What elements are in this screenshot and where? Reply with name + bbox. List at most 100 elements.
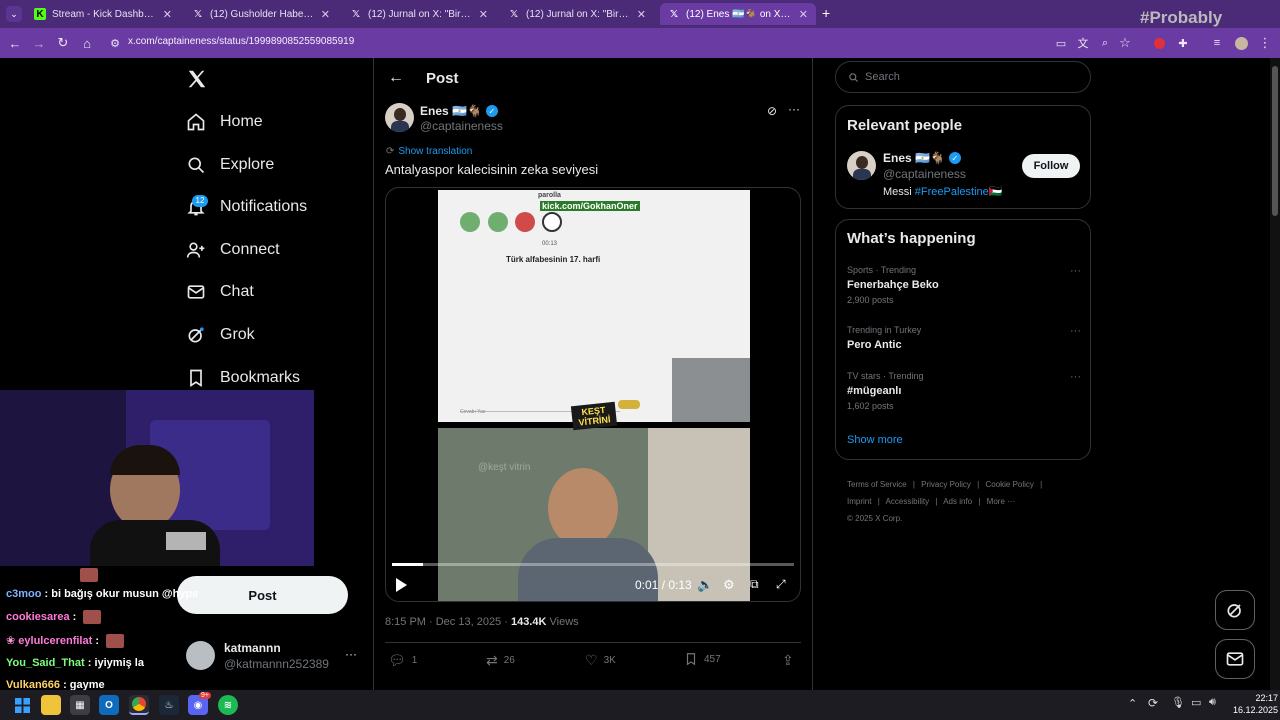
steam-icon[interactable]: ♨ (159, 695, 179, 715)
footer-link[interactable]: More ··· (987, 497, 1015, 506)
x-logo[interactable] (186, 68, 208, 90)
close-tab-icon[interactable]: ✕ (479, 8, 488, 21)
author-handle[interactable]: @captaineness (420, 119, 503, 133)
windows-start-icon[interactable] (12, 695, 32, 715)
tray-mic-icon[interactable]: 🎙︎ (1171, 696, 1185, 709)
nav-explore[interactable]: Explore (186, 150, 274, 180)
nav-chat[interactable]: Chat (186, 277, 254, 307)
bookmark-button[interactable]: 457 (684, 652, 721, 666)
star-icon[interactable]: ☆ (1116, 34, 1134, 52)
nav-bookmarks[interactable]: Bookmarks (186, 363, 300, 393)
address-bar[interactable]: x.com/captaineness/status/19998908525590… (128, 36, 354, 47)
notifications-badge: 12 (192, 195, 208, 207)
trend-item[interactable]: Sports · Trending Fenerbahçe Beko 2,900 … (847, 265, 1081, 311)
tray-chevron-icon[interactable]: ⌃ (1128, 697, 1137, 710)
tab-gusholder[interactable]: 𝕏 (12) Gusholder Haber Bülteni on X ✕ (184, 3, 338, 25)
avatar[interactable] (847, 151, 876, 180)
person-name[interactable]: Enes 🇦🇷🐐 ✓ (883, 151, 961, 165)
repost-button[interactable]: ⇄ 26 (486, 652, 515, 669)
cast-icon[interactable]: ▭ (1052, 34, 1070, 52)
author-name[interactable]: Enes 🇦🇷🐐 ✓ (420, 104, 498, 118)
video-progress-fill (392, 563, 423, 566)
menu-icon[interactable]: ⋮ (1256, 34, 1274, 52)
home-browser-icon[interactable]: ⌂ (78, 34, 96, 52)
scrollbar-thumb[interactable] (1272, 66, 1278, 216)
chrome-icon[interactable] (129, 695, 149, 715)
translate-icon[interactable]: 文 (1074, 34, 1092, 52)
chat-username: You_Said_That (6, 657, 85, 669)
post-button[interactable]: Post (177, 576, 348, 614)
tab-kick-dashboard[interactable]: K Stream - Kick Dashboard ✕ (26, 3, 180, 25)
footer-link[interactable]: Cookie Policy (985, 480, 1033, 489)
zoom-icon[interactable]: ⌕ (1096, 34, 1114, 52)
search-input[interactable]: Search (835, 61, 1091, 93)
store-icon[interactable]: ▦ (70, 695, 90, 715)
show-translation-link[interactable]: ⟳ Show translation (386, 146, 472, 157)
play-icon[interactable] (396, 578, 407, 592)
fullscreen-icon[interactable]: ⤢ (776, 577, 786, 592)
tab-jurnal-1[interactable]: 𝕏 (12) Jurnal on X: "Bir erkeğin, kı ✕ (342, 3, 496, 25)
footer-link[interactable]: Privacy Policy (921, 480, 971, 489)
post-more-icon[interactable]: ··· (788, 102, 800, 116)
x-icon: 𝕏 (669, 8, 679, 20)
show-more-link[interactable]: Show more (847, 434, 903, 446)
reply-button[interactable]: 💬︎ 1 (388, 652, 417, 669)
forward-icon[interactable]: → (30, 34, 48, 52)
trend-more-icon[interactable]: ··· (1070, 265, 1081, 277)
nav-connect[interactable]: Connect (186, 235, 280, 265)
share-icon[interactable]: ⇪ (782, 652, 794, 669)
grok-floating-button[interactable] (1215, 590, 1255, 630)
profile-avatar[interactable] (1232, 34, 1250, 52)
picture-in-picture-icon[interactable]: ⧉ (750, 577, 759, 592)
new-tab-button[interactable]: + (822, 5, 830, 21)
grok-explain-icon[interactable]: ⊘ (767, 104, 777, 118)
close-tab-icon[interactable]: ✕ (163, 8, 172, 21)
scrollbar[interactable] (1270, 58, 1280, 690)
like-button[interactable]: ♡ 3K (585, 652, 616, 669)
hashtag-link[interactable]: #FreePalestine (915, 186, 989, 198)
tab-jurnal-2[interactable]: 𝕏 (12) Jurnal on X: "Bir erkeğin ot ✕ (500, 3, 654, 25)
reading-list-icon[interactable]: ≡ (1208, 34, 1226, 52)
reload-icon[interactable]: ↻ (54, 34, 72, 52)
person-handle[interactable]: @captaineness (883, 167, 966, 181)
back-icon[interactable]: ← (6, 34, 24, 52)
clock-time[interactable]: 22:17 (1238, 693, 1278, 703)
footer-link[interactable]: Imprint (847, 497, 871, 506)
trend-item[interactable]: Trending in Turkey Pero Antic ··· (847, 325, 1081, 355)
more-icon[interactable]: ··· (345, 647, 357, 661)
chat-message: cookiesarea : (6, 610, 102, 624)
tray-network-icon[interactable]: ▭ (1191, 696, 1201, 709)
tab-search-button[interactable]: ⌄ (6, 6, 22, 22)
extension-red-icon[interactable] (1150, 34, 1168, 52)
site-info-icon[interactable]: ⚙ (106, 34, 124, 52)
close-tab-icon[interactable]: ✕ (799, 8, 808, 21)
footer-link[interactable]: Ads info (943, 497, 972, 506)
messages-floating-button[interactable] (1215, 639, 1255, 679)
outlook-icon[interactable]: O (99, 695, 119, 715)
back-arrow-icon[interactable]: ← (388, 69, 404, 87)
extensions-icon[interactable]: ✚ (1174, 34, 1192, 52)
spotify-icon[interactable]: ≋ (218, 695, 238, 715)
video-progress-track[interactable] (392, 563, 794, 566)
tab-enes-post[interactable]: 𝕏 (12) Enes 🇦🇷🐐 on X: "Antalyas ✕ (660, 3, 816, 25)
trend-more-icon[interactable]: ··· (1070, 325, 1081, 337)
trend-more-icon[interactable]: ··· (1070, 371, 1081, 383)
tray-sync-icon[interactable]: ⟳ (1148, 696, 1158, 710)
nav-grok[interactable]: Grok (186, 320, 255, 350)
author-avatar[interactable] (385, 103, 414, 132)
file-explorer-icon[interactable] (41, 695, 61, 715)
account-switcher[interactable]: katmannn @katmannn252389 ··· (186, 638, 366, 674)
avatar (186, 641, 215, 670)
video-player[interactable]: parolla kick.com/GokhanOner 00:13 Türk a… (385, 187, 801, 602)
close-tab-icon[interactable]: ✕ (321, 8, 330, 21)
tray-volume-icon[interactable]: 🔊︎ (1209, 696, 1216, 709)
close-tab-icon[interactable]: ✕ (637, 8, 646, 21)
footer-link[interactable]: Accessibility (886, 497, 930, 506)
trend-item[interactable]: TV stars · Trending #mügeanlı 1,602 post… (847, 371, 1081, 417)
nav-home[interactable]: Home (186, 107, 263, 137)
clock-date[interactable]: 16.12.2025 (1226, 705, 1278, 715)
volume-icon[interactable]: 🔈 (697, 577, 713, 593)
footer-link[interactable]: Terms of Service (847, 480, 907, 489)
follow-button[interactable]: Follow (1022, 154, 1080, 178)
settings-icon[interactable]: ⚙ (723, 577, 735, 593)
